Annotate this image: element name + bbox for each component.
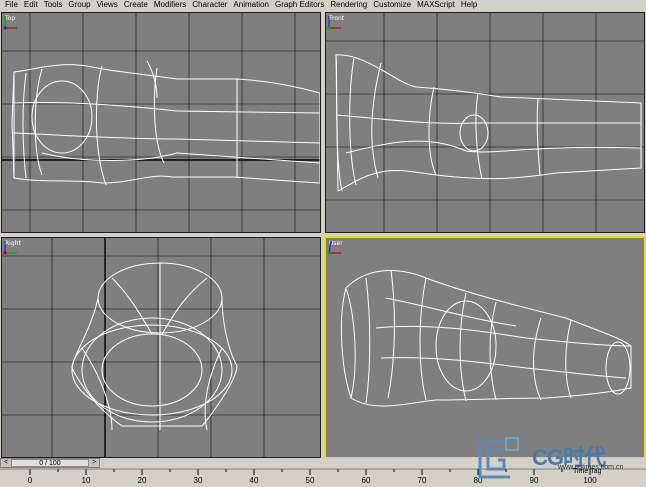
menu-bar: File Edit Tools Group Views Create Modif… — [0, 0, 646, 10]
time-slider[interactable]: < 0 / 100 > — [0, 458, 100, 468]
trackbar-tick-label: 60 — [362, 476, 371, 485]
trackbar-tick-label: 40 — [250, 476, 259, 485]
axis-tripod-icon — [327, 16, 341, 30]
menu-views[interactable]: Views — [94, 0, 121, 10]
time-slider-thumb[interactable]: 0 / 100 — [11, 459, 89, 467]
menu-rendering[interactable]: Rendering — [327, 0, 370, 10]
menu-animation[interactable]: Animation — [230, 0, 272, 10]
slider-next-icon[interactable]: > — [90, 459, 98, 467]
cg-logo-icon — [478, 437, 519, 479]
viewport-area: Top Front Right User — [0, 10, 646, 459]
top-view-canvas — [2, 13, 320, 232]
right-view-canvas — [2, 238, 320, 457]
trackbar-tick-label: 0 — [28, 476, 33, 485]
viewport-front[interactable]: Front — [325, 12, 645, 233]
menu-customize[interactable]: Customize — [370, 0, 414, 10]
viewport-top[interactable]: Top — [1, 12, 321, 233]
menu-edit[interactable]: Edit — [21, 0, 41, 10]
axis-tripod-icon — [3, 241, 17, 255]
menu-maxscript[interactable]: MAXScript — [414, 0, 458, 10]
trackbar-tick-label: 10 — [82, 476, 91, 485]
slider-prev-icon[interactable]: < — [2, 459, 10, 467]
status-text: Time Tag — [573, 468, 602, 475]
trackbar-tick-label: 30 — [194, 476, 203, 485]
menu-modifiers[interactable]: Modifiers — [151, 0, 189, 10]
menu-group[interactable]: Group — [65, 0, 93, 10]
trackbar-tick-label: 50 — [306, 476, 315, 485]
trackbar-tick-label: 20 — [138, 476, 147, 485]
menu-create[interactable]: Create — [121, 0, 151, 10]
menu-file[interactable]: File — [2, 0, 21, 10]
axis-tripod-icon — [3, 16, 17, 30]
cg-logo: CG时代 www.cgtimes.com.cn — [470, 432, 646, 485]
axis-tripod-icon — [327, 240, 341, 255]
menu-help[interactable]: Help — [458, 0, 480, 10]
user-view-canvas — [340, 269, 632, 407]
menu-tools[interactable]: Tools — [41, 0, 66, 10]
menu-graph-editors[interactable]: Graph Editors — [272, 0, 327, 10]
viewport-right[interactable]: Right — [1, 237, 321, 458]
menu-character[interactable]: Character — [189, 0, 230, 10]
trackbar-tick-label: 70 — [418, 476, 427, 485]
viewport-user[interactable]: User — [324, 236, 646, 459]
front-view-canvas — [326, 13, 644, 232]
